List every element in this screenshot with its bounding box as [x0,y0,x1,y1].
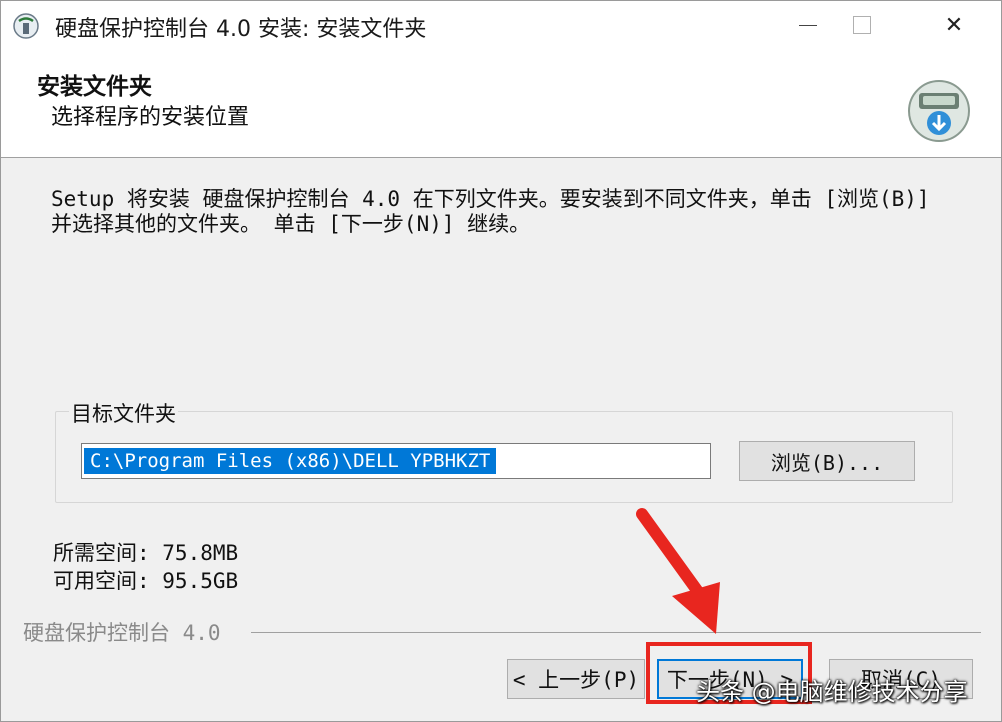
minimize-button[interactable] [785,1,831,49]
footer-divider [251,632,981,633]
installer-app-icon [13,13,39,39]
destination-group-label: 目标文件夹 [69,398,178,428]
installer-window: 硬盘保护控制台 4.0 安装: 安装文件夹 ✕ 安装文件夹 选择程序的安装位置 … [0,0,1002,722]
window-title: 硬盘保护控制台 4.0 安装: 安装文件夹 [55,17,427,42]
page-subtitle: 选择程序的安装位置 [51,105,250,130]
space-required: 所需空间: 75.8MB [53,541,239,565]
watermark-text: 头条 @电脑维修技术分享 [696,678,968,706]
wizard-header: 安装文件夹 选择程序的安装位置 [1,51,1001,158]
minimize-icon [799,24,817,26]
close-button[interactable]: ✕ [931,1,977,49]
intro-text: Setup 将安装 硬盘保护控制台 4.0 在下列文件夹。要安装到不同文件夹，单… [51,187,943,236]
maximize-icon [853,16,871,34]
annotation-arrow-icon [636,508,720,634]
title-bar[interactable]: 硬盘保护控制台 4.0 安装: 安装文件夹 ✕ [1,1,1001,51]
destination-path-input[interactable]: C:\Program Files (x86)\DELL YPBHKZT [81,443,711,479]
page-title: 安装文件夹 [37,74,152,100]
installer-disk-icon [908,80,970,142]
footer-brand: 硬盘保护控制台 4.0 [23,621,221,645]
maximize-button[interactable] [839,1,885,49]
browse-button[interactable]: 浏览(B)... [739,441,915,481]
destination-path-text: C:\Program Files (x86)\DELL YPBHKZT [84,448,497,474]
back-button[interactable]: < 上一步(P) [507,659,645,699]
space-available: 可用空间: 95.5GB [53,569,239,593]
close-icon: ✕ [944,12,964,38]
